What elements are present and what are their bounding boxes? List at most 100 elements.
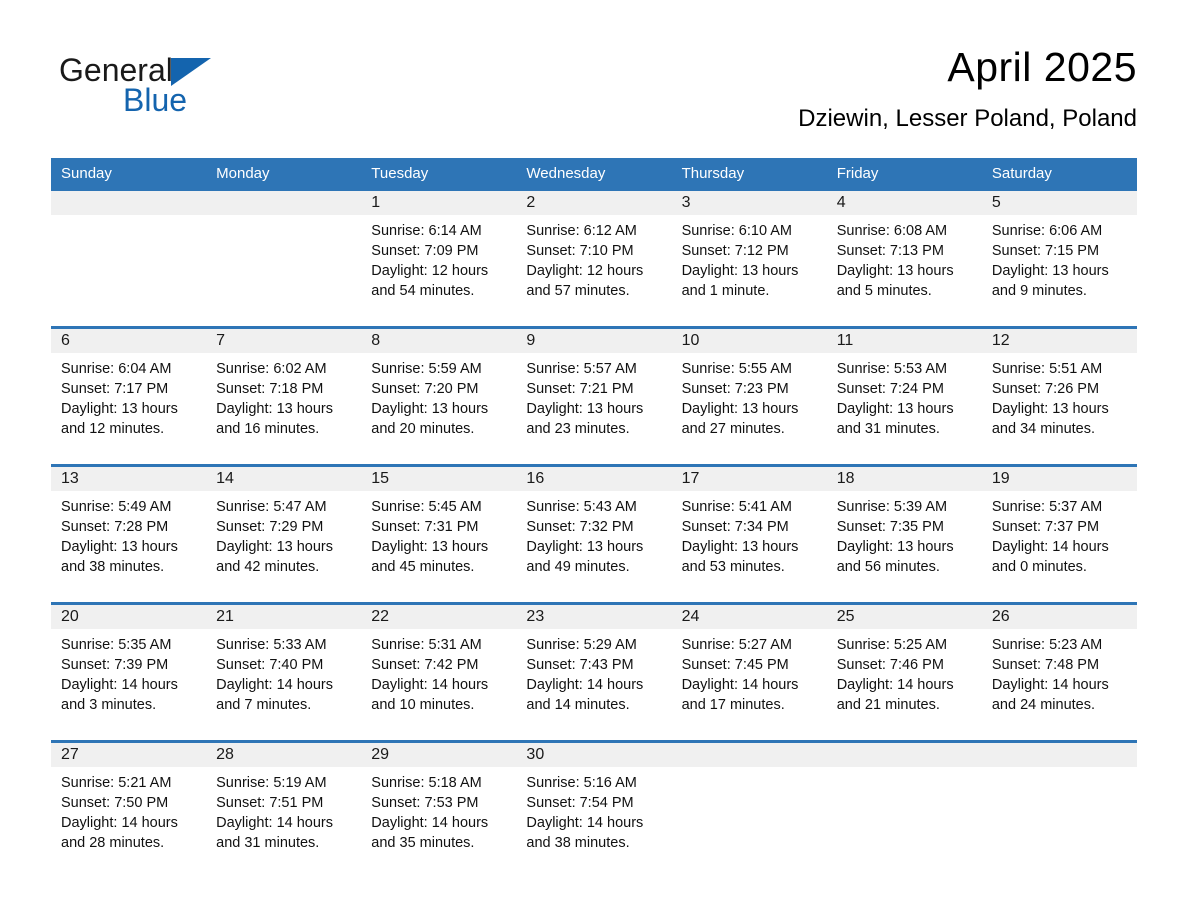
calendar-cell: 30 Sunrise: 5:16 AM Sunset: 7:54 PM Dayligh… xyxy=(516,743,672,878)
day-cell[interactable]: 12 Sunrise: 5:51 AM Sunset: 7:26 PM Dayligh… xyxy=(981,329,1137,464)
daylight-text-line1: Daylight: 14 hours xyxy=(371,815,489,831)
day-cell[interactable]: 15 Sunrise: 5:45 AM Sunset: 7:31 PM Dayligh… xyxy=(361,467,517,602)
day-info: Sunrise: 5:19 AM Sunset: 7:51 PM Daylight:… xyxy=(206,767,361,853)
day-number: 1 xyxy=(361,191,517,215)
daylight-text-line2: and 10 minutes. xyxy=(371,697,475,713)
sunrise-text: Sunrise: 5:37 AM xyxy=(991,499,1103,515)
daylight-text-line1: Daylight: 14 hours xyxy=(216,815,334,831)
day-cell[interactable]: 29 Sunrise: 5:18 AM Sunset: 7:53 PM Dayligh… xyxy=(361,743,517,878)
day-number: 3 xyxy=(671,191,827,215)
daylight-text-line1: Daylight: 14 hours xyxy=(61,815,178,831)
daylight-text-line1: Daylight: 14 hours xyxy=(216,677,334,693)
day-info: Sunrise: 5:23 AM Sunset: 7:48 PM Daylight:… xyxy=(982,629,1137,715)
day-info: Sunrise: 6:08 AM Sunset: 7:13 PM Daylight:… xyxy=(827,215,982,301)
day-number: 30 xyxy=(516,743,672,767)
day-cell[interactable]: 6 Sunrise: 6:04 AM Sunset: 7:17 PM Daylight… xyxy=(51,329,207,464)
daylight-text-line1: Daylight: 13 hours xyxy=(991,401,1109,417)
day-cell[interactable]: 1 Sunrise: 6:14 AM Sunset: 7:09 PM Daylight… xyxy=(361,191,517,326)
day-cell[interactable]: 14 Sunrise: 5:47 AM Sunset: 7:29 PM Dayligh… xyxy=(206,467,362,602)
day-cell[interactable]: 8 Sunrise: 5:59 AM Sunset: 7:20 PM Daylight… xyxy=(361,329,517,464)
day-cell[interactable]: 18 Sunrise: 5:39 AM Sunset: 7:35 PM Dayligh… xyxy=(826,467,982,602)
day-cell[interactable]: 16 Sunrise: 5:43 AM Sunset: 7:32 PM Dayligh… xyxy=(516,467,672,602)
day-cell[interactable]: 3 Sunrise: 6:10 AM Sunset: 7:12 PM Daylight… xyxy=(671,191,827,326)
day-info: Sunrise: 5:47 AM Sunset: 7:29 PM Daylight:… xyxy=(206,491,361,577)
daylight-text-line1: Daylight: 13 hours xyxy=(61,401,178,417)
day-cell[interactable]: 24 Sunrise: 5:27 AM Sunset: 7:45 PM Dayligh… xyxy=(671,605,827,740)
sunset-text: Sunset: 7:13 PM xyxy=(836,243,944,259)
sunset-text: Sunset: 7:15 PM xyxy=(991,243,1100,259)
calendar-cell: 22 Sunrise: 5:31 AM Sunset: 7:42 PM Dayligh… xyxy=(361,605,517,740)
daylight-text-line1: Daylight: 13 hours xyxy=(526,539,644,555)
calendar-cell: 10 Sunrise: 5:55 AM Sunset: 7:23 PM Dayligh… xyxy=(671,329,827,464)
calendar-body: 1 Sunrise: 6:14 AM Sunset: 7:09 PM Daylight… xyxy=(51,191,1137,878)
sunrise-text: Sunrise: 5:27 AM xyxy=(681,637,792,653)
daylight-text-line2: and 23 minutes. xyxy=(526,421,630,437)
day-cell[interactable]: 5 Sunrise: 6:06 AM Sunset: 7:15 PM Daylight… xyxy=(981,191,1137,326)
day-cell[interactable]: 28 Sunrise: 5:19 AM Sunset: 7:51 PM Dayligh… xyxy=(206,743,362,878)
day-cell[interactable]: 4 Sunrise: 6:08 AM Sunset: 7:13 PM Daylight… xyxy=(826,191,982,326)
daylight-text-line1: Daylight: 14 hours xyxy=(61,677,178,693)
calendar-cell: 18 Sunrise: 5:39 AM Sunset: 7:35 PM Dayligh… xyxy=(826,467,982,602)
calendar-cell: 25 Sunrise: 5:25 AM Sunset: 7:46 PM Dayligh… xyxy=(826,605,982,740)
day-number: 17 xyxy=(671,467,827,491)
daylight-text-line2: and 54 minutes. xyxy=(371,283,475,299)
calendar-cell xyxy=(826,743,982,878)
sunrise-text: Sunrise: 5:21 AM xyxy=(61,775,172,791)
daylight-text-line2: and 34 minutes. xyxy=(991,421,1096,437)
daylight-text-line1: Daylight: 14 hours xyxy=(371,677,489,693)
sunset-text: Sunset: 7:24 PM xyxy=(836,381,944,397)
day-info: Sunrise: 5:43 AM Sunset: 7:32 PM Daylight:… xyxy=(516,491,671,577)
day-info: Sunrise: 5:29 AM Sunset: 7:43 PM Daylight:… xyxy=(516,629,671,715)
sunset-text: Sunset: 7:09 PM xyxy=(371,243,479,259)
day-cell[interactable]: 22 Sunrise: 5:31 AM Sunset: 7:42 PM Dayligh… xyxy=(361,605,517,740)
calendar-cell xyxy=(981,743,1137,878)
daylight-text-line1: Daylight: 13 hours xyxy=(371,401,489,417)
sunset-text: Sunset: 7:42 PM xyxy=(371,657,479,673)
day-cell[interactable]: 11 Sunrise: 5:53 AM Sunset: 7:24 PM Dayligh… xyxy=(826,329,982,464)
day-number: 2 xyxy=(516,191,672,215)
day-cell[interactable]: 30 Sunrise: 5:16 AM Sunset: 7:54 PM Dayligh… xyxy=(516,743,672,878)
sunset-text: Sunset: 7:12 PM xyxy=(681,243,789,259)
day-cell[interactable]: 23 Sunrise: 5:29 AM Sunset: 7:43 PM Dayligh… xyxy=(516,605,672,740)
daylight-text-line2: and 16 minutes. xyxy=(216,421,320,437)
day-number: 8 xyxy=(361,329,517,353)
sunrise-text: Sunrise: 5:55 AM xyxy=(681,361,792,377)
sunset-text: Sunset: 7:37 PM xyxy=(991,519,1100,535)
day-cell[interactable]: 21 Sunrise: 5:33 AM Sunset: 7:40 PM Dayligh… xyxy=(206,605,362,740)
daylight-text-line1: Daylight: 14 hours xyxy=(681,677,799,693)
calendar-cell: 7 Sunrise: 6:02 AM Sunset: 7:18 PM Daylight… xyxy=(206,329,362,464)
day-cell[interactable]: 26 Sunrise: 5:23 AM Sunset: 7:48 PM Dayligh… xyxy=(981,605,1137,740)
day-cell[interactable]: 7 Sunrise: 6:02 AM Sunset: 7:18 PM Daylight… xyxy=(206,329,362,464)
title-block: April 2025 Dziewin, Lesser Poland, Polan… xyxy=(798,42,1137,134)
day-cell[interactable]: 20 Sunrise: 5:35 AM Sunset: 7:39 PM Dayligh… xyxy=(51,605,207,740)
calendar-cell: 24 Sunrise: 5:27 AM Sunset: 7:45 PM Dayligh… xyxy=(671,605,827,740)
day-cell[interactable]: 27 Sunrise: 5:21 AM Sunset: 7:50 PM Dayligh… xyxy=(51,743,207,878)
logo-text-blue: Blue xyxy=(123,82,188,118)
sunset-text: Sunset: 7:31 PM xyxy=(371,519,479,535)
day-info: Sunrise: 5:39 AM Sunset: 7:35 PM Daylight:… xyxy=(827,491,982,577)
calendar-cell: 29 Sunrise: 5:18 AM Sunset: 7:53 PM Dayligh… xyxy=(361,743,517,878)
day-cell-empty xyxy=(826,743,982,878)
day-info: Sunrise: 5:16 AM Sunset: 7:54 PM Daylight:… xyxy=(516,767,671,853)
day-cell[interactable]: 10 Sunrise: 5:55 AM Sunset: 7:23 PM Dayligh… xyxy=(671,329,827,464)
day-number xyxy=(206,191,362,215)
day-cell[interactable]: 19 Sunrise: 5:37 AM Sunset: 7:37 PM Dayligh… xyxy=(981,467,1137,602)
day-info: Sunrise: 6:10 AM Sunset: 7:12 PM Daylight:… xyxy=(672,215,827,301)
general-blue-logo[interactable]: General Blue xyxy=(59,52,319,132)
calendar-cell: 20 Sunrise: 5:35 AM Sunset: 7:39 PM Dayligh… xyxy=(51,605,207,740)
day-cell[interactable]: 9 Sunrise: 5:57 AM Sunset: 7:21 PM Daylight… xyxy=(516,329,672,464)
day-cell[interactable]: 17 Sunrise: 5:41 AM Sunset: 7:34 PM Dayligh… xyxy=(671,467,827,602)
day-number: 10 xyxy=(671,329,827,353)
sunrise-text: Sunrise: 5:33 AM xyxy=(216,637,327,653)
sunset-text: Sunset: 7:45 PM xyxy=(681,657,789,673)
daylight-text-line1: Daylight: 13 hours xyxy=(991,263,1109,279)
day-cell[interactable]: 25 Sunrise: 5:25 AM Sunset: 7:46 PM Dayligh… xyxy=(826,605,982,740)
calendar-cell xyxy=(206,191,362,326)
calendar-week-row: 20 Sunrise: 5:35 AM Sunset: 7:39 PM Dayligh… xyxy=(51,605,1137,740)
daylight-text-line1: Daylight: 14 hours xyxy=(991,539,1109,555)
calendar-cell: 19 Sunrise: 5:37 AM Sunset: 7:37 PM Dayligh… xyxy=(981,467,1137,602)
day-info: Sunrise: 5:45 AM Sunset: 7:31 PM Daylight:… xyxy=(361,491,516,577)
day-info: Sunrise: 5:49 AM Sunset: 7:28 PM Daylight:… xyxy=(51,491,206,577)
day-cell[interactable]: 2 Sunrise: 6:12 AM Sunset: 7:10 PM Daylight… xyxy=(516,191,672,326)
day-cell[interactable]: 13 Sunrise: 5:49 AM Sunset: 7:28 PM Dayligh… xyxy=(51,467,207,602)
